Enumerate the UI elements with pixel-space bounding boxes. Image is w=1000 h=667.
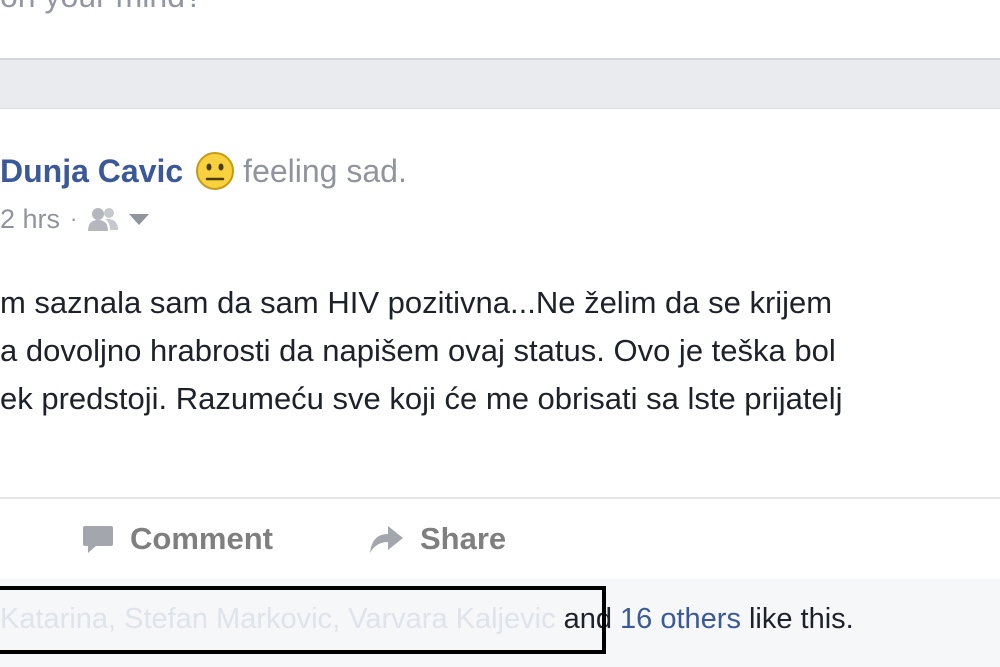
- meta-separator: ·: [70, 206, 78, 231]
- redaction-highlight-box: [0, 586, 606, 654]
- feeling-text: feeling sad.: [243, 152, 407, 189]
- post-body-line: m saznala sam da sam HIV pozitivna...Ne …: [0, 285, 833, 320]
- feed-post: Dunja Cavic feeling sad. 2 hrs · m sazna…: [0, 108, 1000, 667]
- status-composer[interactable]: on your mind?: [0, 0, 1000, 60]
- share-arrow-icon: [370, 526, 403, 553]
- share-label: Share: [420, 521, 507, 556]
- others-link[interactable]: 16 others: [620, 603, 741, 636]
- composer-prompt: on your mind?: [0, 0, 203, 15]
- chevron-down-icon[interactable]: [129, 213, 150, 225]
- post-header: Dunja Cavic feeling sad.: [0, 149, 407, 193]
- feed-gap: [0, 60, 1000, 108]
- post-meta: 2 hrs ·: [0, 201, 150, 237]
- post-body-line: ek predstoji. Razumeću sve koji će me ob…: [0, 381, 843, 416]
- post-timestamp[interactable]: 2 hrs: [0, 204, 60, 235]
- comment-button[interactable]: Comment: [82, 499, 273, 579]
- friends-icon[interactable]: [87, 206, 119, 232]
- comment-icon: [83, 526, 113, 553]
- post-body: m saznala sam da sam HIV pozitivna...Ne …: [0, 279, 1000, 423]
- likes-suffix: like this.: [748, 602, 854, 635]
- author-name-link[interactable]: Dunja Cavic: [0, 153, 183, 190]
- post-actions-bar: Comment Share: [0, 497, 1000, 581]
- sad-face-icon: [196, 152, 235, 190]
- share-button[interactable]: Share: [368, 499, 506, 579]
- comment-label: Comment: [130, 521, 273, 556]
- post-body-line: a dovoljno hrabrosti da napišem ovaj sta…: [0, 333, 836, 368]
